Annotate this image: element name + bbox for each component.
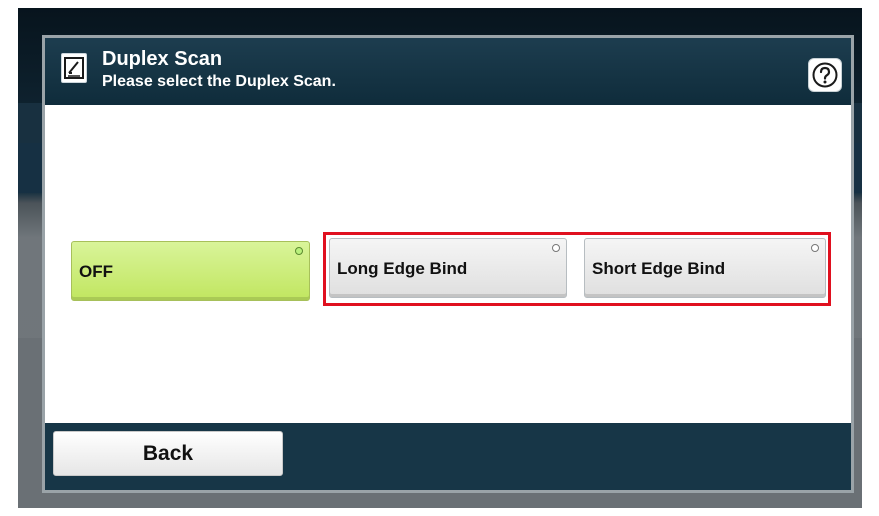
dialog-footer: Back xyxy=(45,423,851,490)
scan-document-icon xyxy=(61,53,87,83)
option-short-edge-bind-button[interactable]: Short Edge Bind xyxy=(584,238,826,298)
option-label: Short Edge Bind xyxy=(592,259,726,278)
printer-panel-screen: Duplex Scan Please select the Duplex Sca… xyxy=(18,8,862,508)
help-icon xyxy=(812,62,838,88)
dialog-title-bar: Duplex Scan Please select the Duplex Sca… xyxy=(45,38,851,105)
duplex-scan-dialog: Duplex Scan Please select the Duplex Sca… xyxy=(42,35,854,493)
unselected-indicator-icon xyxy=(811,244,819,252)
options-area: OFF Long Edge Bind Short Edge Bind xyxy=(45,105,851,423)
dialog-title: Duplex Scan xyxy=(102,48,223,70)
option-off-button[interactable]: OFF xyxy=(71,241,310,301)
selected-indicator-icon xyxy=(295,247,303,255)
option-label: Long Edge Bind xyxy=(337,259,468,278)
option-label: OFF xyxy=(79,262,113,281)
back-button[interactable]: Back xyxy=(53,431,283,476)
unselected-indicator-icon xyxy=(552,244,560,252)
dialog-subtitle: Please select the Duplex Scan. xyxy=(102,73,336,90)
help-button[interactable] xyxy=(808,58,842,92)
option-long-edge-bind-button[interactable]: Long Edge Bind xyxy=(329,238,567,298)
